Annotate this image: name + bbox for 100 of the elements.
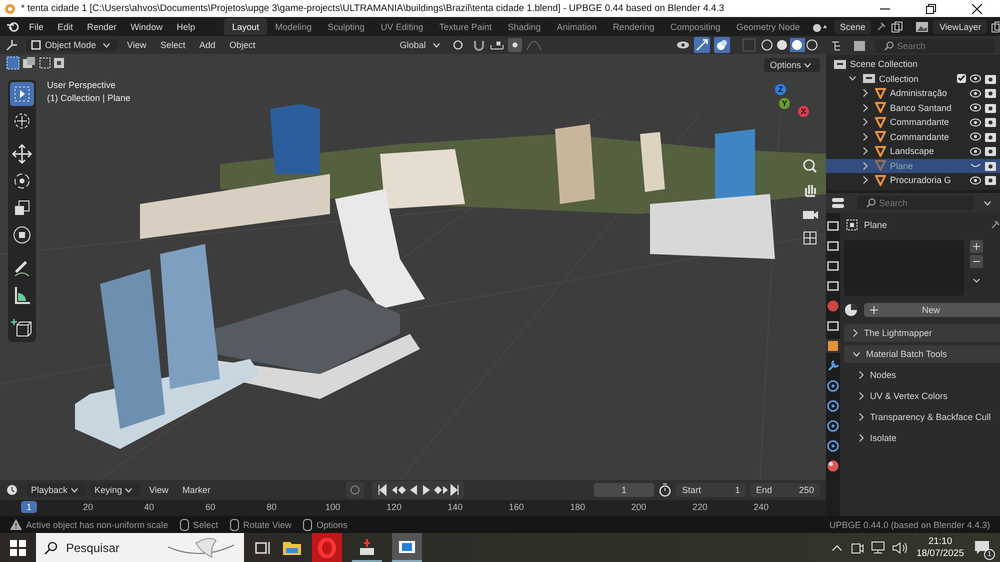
playback-controls-icon[interactable]: [376, 483, 460, 497]
globe-icon[interactable]: [826, 299, 840, 313]
playhead-frame[interactable]: 1: [21, 501, 37, 513]
tree-item[interactable]: Collection: [879, 74, 953, 84]
expand-caret-icon[interactable]: [849, 76, 856, 82]
menu-item[interactable]: Help: [172, 22, 200, 32]
chevron-icon[interactable]: [859, 434, 864, 442]
shading-switcher[interactable]: [760, 38, 820, 52]
outliner-row[interactable]: Landscape: [826, 144, 1000, 158]
new-material-button[interactable]: New: [864, 303, 1000, 317]
menu-item[interactable]: Marker: [177, 485, 216, 495]
select-tool-icon[interactable]: [10, 82, 34, 106]
workspace-tab[interactable]: UV Editing: [372, 18, 432, 35]
tree-item[interactable]: Commandante: [890, 132, 950, 142]
menu-item[interactable]: Object: [224, 40, 260, 50]
pin-icon[interactable]: [875, 20, 888, 32]
workspace-tab[interactable]: Layout: [224, 18, 268, 35]
tree-item[interactable]: Procuradoria G: [890, 175, 952, 186]
eye-icon[interactable]: [970, 88, 981, 98]
meet-icon[interactable]: [850, 540, 864, 554]
blender-logo-icon[interactable]: [6, 20, 20, 34]
tree-item[interactable]: Landscape: [890, 146, 934, 156]
notification-icon[interactable]: [974, 540, 990, 556]
menu-item[interactable]: View: [144, 485, 174, 495]
camera-icon[interactable]: [985, 146, 996, 156]
workspace-tab[interactable]: Compositing: [662, 18, 728, 35]
move-tool-icon[interactable]: [10, 142, 34, 166]
tree-item[interactable]: Commandante: [890, 117, 950, 128]
tree-item[interactable]: Administração: [890, 88, 948, 98]
task-view-icon[interactable]: [254, 540, 272, 556]
material-sphere-icon[interactable]: [844, 303, 858, 317]
menu-item[interactable]: File: [24, 22, 49, 32]
menu-item[interactable]: Add: [194, 40, 220, 50]
stopwatch-icon[interactable]: [658, 483, 672, 497]
workspace-tab[interactable]: Sculpting: [320, 18, 373, 35]
chevron-up-icon[interactable]: [832, 544, 842, 550]
menu-item[interactable]: Window: [126, 22, 168, 32]
clock-time[interactable]: 21:10: [928, 536, 952, 548]
square-icon[interactable]: [826, 339, 840, 353]
outliner-row[interactable]: Procuradoria G: [826, 173, 1000, 188]
menu-item[interactable]: View: [122, 40, 152, 50]
panel-header[interactable]: Material Batch Tools: [844, 345, 1000, 363]
eye-icon[interactable]: [970, 132, 981, 142]
camera-icon[interactable]: [985, 74, 996, 84]
eye-icon[interactable]: [970, 118, 981, 127]
chevron-icon[interactable]: [853, 329, 858, 337]
proportional-icon[interactable]: [508, 38, 522, 52]
scene-field[interactable]: Scene: [834, 20, 872, 34]
outliner-row[interactable]: Banco Santand: [826, 100, 1000, 115]
axis-handle[interactable]: X: [798, 106, 809, 117]
eye-icon[interactable]: [970, 146, 981, 156]
wrench-icon[interactable]: [826, 359, 840, 373]
panel-header[interactable]: The Lightmapper: [844, 324, 1000, 342]
menu-item[interactable]: Playback: [26, 483, 86, 497]
orientation-dropdown[interactable]: Global: [394, 39, 448, 51]
eye-icon[interactable]: [970, 74, 981, 84]
network-icon[interactable]: [870, 540, 886, 554]
subpanel-header[interactable]: Transparency & Backface Cull: [844, 408, 1000, 426]
gizmo-icon[interactable]: [694, 37, 710, 53]
tree-item[interactable]: Scene Collection: [850, 59, 918, 70]
visibility-icon[interactable]: [676, 39, 690, 51]
menu-item[interactable]: Select: [155, 40, 190, 50]
restore-icon[interactable]: [926, 4, 936, 14]
increment-icon[interactable]: [490, 39, 504, 51]
copy-icon[interactable]: [991, 20, 1000, 32]
workspace-tab[interactable]: Shading: [500, 18, 549, 35]
copy-icon[interactable]: [891, 20, 904, 32]
camera-icon[interactable]: [985, 88, 996, 98]
workspace-tab[interactable]: Animation: [548, 18, 605, 35]
mode-dropdown[interactable]: Object Mode: [26, 39, 118, 51]
workspace-tab[interactable]: Texture Paint: [431, 18, 500, 35]
subpanel-header[interactable]: Isolate: [844, 429, 1000, 447]
menu-item[interactable]: Keying: [90, 483, 140, 497]
chevron-icon[interactable]: [859, 392, 864, 400]
camera-icon[interactable]: [985, 160, 996, 171]
folder-icon[interactable]: [282, 540, 302, 556]
outliner-row[interactable]: Commandante: [826, 115, 1000, 130]
add-slot-button[interactable]: [970, 240, 983, 253]
eye-icon[interactable]: [970, 103, 981, 112]
clock-date[interactable]: 18/07/2025: [916, 548, 964, 560]
chevron-icon[interactable]: [859, 413, 864, 421]
camera-icon[interactable]: [985, 132, 996, 142]
taskbar-search-field[interactable]: Pesquisar: [36, 533, 244, 562]
workspace-tab[interactable]: Rendering: [604, 18, 662, 35]
axis-handle[interactable]: Y: [779, 98, 790, 109]
keyframe-record-icon[interactable]: [346, 482, 364, 498]
eye-icon[interactable]: [970, 176, 981, 185]
start-frame-field[interactable]: Start 1: [676, 483, 746, 497]
chevron-icon[interactable]: [859, 371, 864, 379]
speaker-icon[interactable]: [892, 540, 908, 554]
overlay-icon[interactable]: [714, 37, 730, 53]
tree-item[interactable]: Banco Santand: [890, 102, 952, 113]
material-icon[interactable]: [826, 459, 840, 473]
current-frame-field[interactable]: 1: [594, 483, 654, 497]
remove-slot-button[interactable]: [970, 255, 983, 268]
subpanel-header[interactable]: UV & Vertex Colors: [844, 387, 1000, 405]
magnet-icon[interactable]: [472, 39, 486, 51]
box-icon[interactable]: [826, 319, 840, 333]
taskbar-app[interactable]: [392, 533, 422, 562]
checkbox[interactable]: [957, 74, 966, 84]
